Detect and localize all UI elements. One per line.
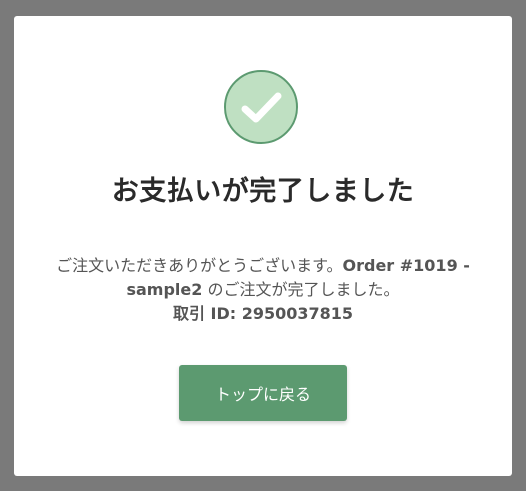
message-completed: のご注文が完了しました。 (202, 280, 400, 299)
back-to-top-button[interactable]: トップに戻る (179, 365, 347, 421)
transaction-id: 取引 ID: 2950037815 (172, 304, 354, 323)
checkmark-icon (241, 92, 282, 123)
dialog-message: ご注文いただきありがとうございます。Order #1019 - sample2 … (38, 254, 488, 326)
success-check-icon (224, 70, 298, 144)
dialog-title: お支払いが完了しました (111, 176, 415, 207)
modal-backdrop[interactable]: お支払いが完了しました ご注文いただきありがとうございます。Order #101… (0, 0, 526, 491)
message-lead: ご注文いただきありがとうございます。 (56, 256, 343, 275)
payment-complete-dialog: お支払いが完了しました ご注文いただきありがとうございます。Order #101… (14, 16, 512, 476)
